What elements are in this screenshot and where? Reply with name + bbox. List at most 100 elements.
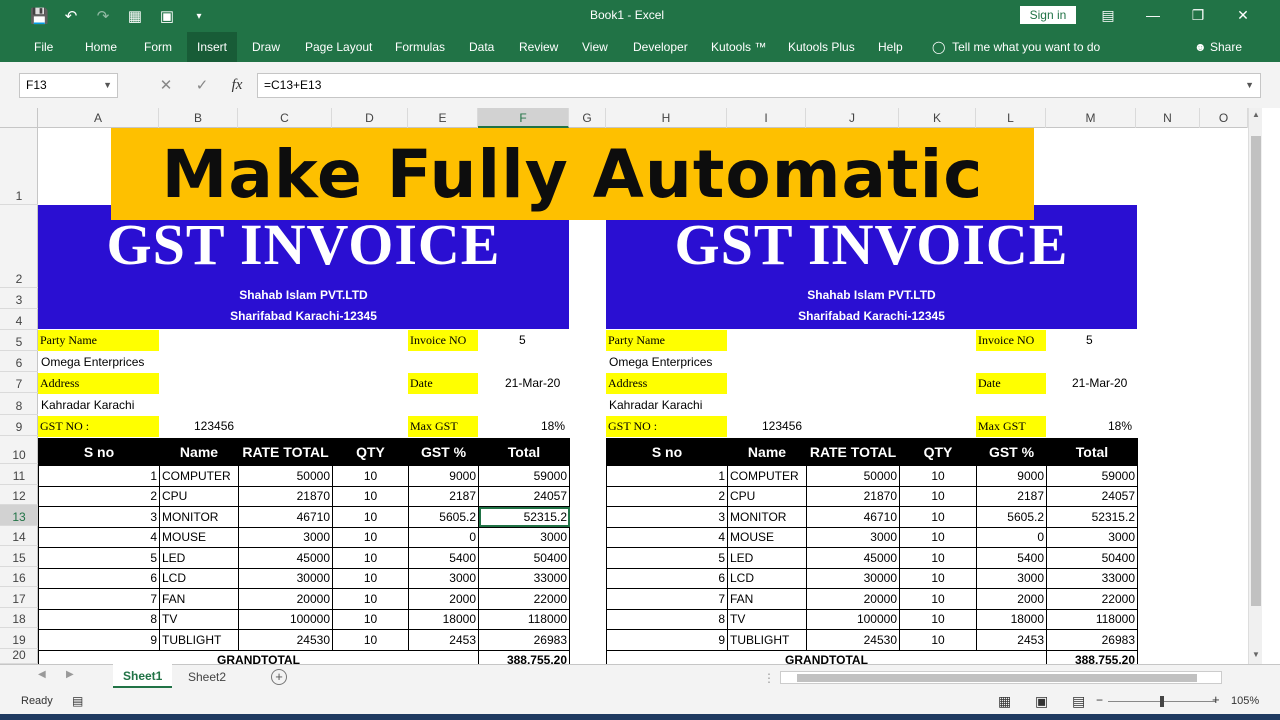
party-name-value[interactable]: Omega Enterprices: [609, 352, 712, 373]
cell-rate-total[interactable]: 21870: [238, 485, 333, 507]
enter-icon[interactable]: ✓: [185, 73, 219, 98]
save-icon[interactable]: 💾: [30, 7, 49, 25]
col-header-o[interactable]: O: [1200, 108, 1248, 128]
cell-name[interactable]: MONITOR: [159, 506, 239, 528]
cell-total[interactable]: 52315.2: [478, 506, 570, 528]
macro-record-icon[interactable]: ▤: [72, 694, 83, 708]
cell-total[interactable]: 22000: [1046, 588, 1138, 610]
cell-rate-total[interactable]: 45000: [238, 547, 333, 569]
row-header[interactable]: 3: [0, 288, 38, 309]
cell-qty[interactable]: 10: [332, 588, 409, 610]
cell-sno[interactable]: 7: [38, 588, 160, 610]
party-name-value[interactable]: Omega Enterprices: [41, 352, 144, 373]
row-header[interactable]: 12: [0, 485, 38, 505]
cell-total[interactable]: 50400: [1046, 547, 1138, 569]
horizontal-scrollbar[interactable]: [780, 671, 1222, 684]
row-header[interactable]: 14: [0, 526, 38, 546]
cell-qty[interactable]: 10: [332, 608, 409, 630]
next-sheet-icon[interactable]: ▶: [66, 669, 74, 680]
cell-name[interactable]: TV: [159, 608, 239, 630]
cell-name[interactable]: LCD: [159, 567, 239, 589]
address-value[interactable]: Kahradar Karachi: [41, 395, 134, 416]
cell-rate-total[interactable]: 3000: [238, 526, 333, 548]
tab-developer[interactable]: Developer: [623, 32, 698, 62]
select-all-corner[interactable]: [0, 108, 38, 128]
cell-gst[interactable]: 5400: [408, 547, 479, 569]
cell-rate-total[interactable]: 50000: [806, 465, 900, 487]
cell-gst[interactable]: 2187: [408, 485, 479, 507]
cell-sno[interactable]: 3: [38, 506, 160, 528]
row-header[interactable]: 7: [0, 372, 38, 393]
cell-sno[interactable]: 9: [606, 629, 728, 651]
cell-total[interactable]: 24057: [1046, 485, 1138, 507]
cell-total[interactable]: 26983: [1046, 629, 1138, 651]
worksheet[interactable]: A B C D E F G H I J K L M N O 1 2 3 4 5 …: [0, 108, 1280, 664]
zoom-in-icon[interactable]: +: [1212, 692, 1220, 707]
row-header[interactable]: 19: [0, 628, 38, 649]
invoice-no-value[interactable]: 5: [519, 330, 526, 351]
cell-sno[interactable]: 9: [38, 629, 160, 651]
cell-gst[interactable]: 5605.2: [976, 506, 1047, 528]
cell-qty[interactable]: 10: [332, 465, 409, 487]
grandtotal-value[interactable]: 388,755.20: [1046, 649, 1138, 664]
zoom-slider-thumb[interactable]: [1160, 696, 1164, 707]
cell-gst[interactable]: 18000: [976, 608, 1047, 630]
cell-total[interactable]: 33000: [478, 567, 570, 589]
vertical-scroll-thumb[interactable]: [1251, 136, 1261, 606]
row-header[interactable]: 11: [0, 464, 38, 485]
cell-gst[interactable]: 9000: [408, 465, 479, 487]
scroll-up-icon[interactable]: ▲: [1252, 110, 1260, 119]
cell-rate-total[interactable]: 20000: [238, 588, 333, 610]
cell-sno[interactable]: 6: [38, 567, 160, 589]
cell-rate-total[interactable]: 30000: [806, 567, 900, 589]
cell-name[interactable]: CPU: [727, 485, 807, 507]
cell-sno[interactable]: 2: [606, 485, 728, 507]
cell-name[interactable]: MOUSE: [159, 526, 239, 548]
horizontal-scroll-thumb[interactable]: [797, 674, 1197, 682]
page-break-view-icon[interactable]: ▤: [1072, 693, 1085, 710]
col-header-n[interactable]: N: [1136, 108, 1200, 128]
undo-icon[interactable]: ↶: [62, 7, 80, 25]
restore-icon[interactable]: ❐: [1188, 7, 1208, 24]
cell-gst[interactable]: 5400: [976, 547, 1047, 569]
print-preview-icon[interactable]: ▣: [158, 7, 176, 25]
cell-name[interactable]: LED: [727, 547, 807, 569]
tab-formulas[interactable]: Formulas: [385, 32, 455, 62]
cell-name[interactable]: FAN: [727, 588, 807, 610]
cell-total[interactable]: 50400: [478, 547, 570, 569]
grandtotal-label[interactable]: GRANDTOTAL: [606, 649, 1047, 664]
insert-function-icon[interactable]: fx: [220, 73, 254, 98]
row-header[interactable]: 6: [0, 351, 38, 372]
cell-gst[interactable]: 3000: [408, 567, 479, 589]
name-box[interactable]: F13 ▼: [19, 73, 118, 98]
cell-name[interactable]: COMPUTER: [159, 465, 239, 487]
scroll-down-icon[interactable]: ▼: [1252, 650, 1260, 659]
cell-qty[interactable]: 10: [332, 629, 409, 651]
invoice-no-value[interactable]: 5: [1086, 330, 1093, 351]
cell-name[interactable]: COMPUTER: [727, 465, 807, 487]
gst-no-value[interactable]: 123456: [194, 416, 234, 437]
redo-icon[interactable]: ↷: [94, 7, 112, 25]
cell-rate-total[interactable]: 45000: [806, 547, 900, 569]
cell-qty[interactable]: 10: [899, 485, 977, 507]
cell-name[interactable]: MOUSE: [727, 526, 807, 548]
cell-rate-total[interactable]: 30000: [238, 567, 333, 589]
minimize-icon[interactable]: —: [1143, 7, 1163, 23]
chevron-down-icon[interactable]: ▼: [103, 74, 112, 97]
row-header[interactable]: 2: [0, 205, 38, 288]
cell-name[interactable]: TUBLIGHT: [159, 629, 239, 651]
date-value[interactable]: 21-Mar-20: [505, 373, 560, 394]
cell-rate-total[interactable]: 20000: [806, 588, 900, 610]
col-header-g[interactable]: G: [569, 108, 606, 128]
row-header[interactable]: 13: [0, 505, 38, 526]
cell-rate-total[interactable]: 100000: [806, 608, 900, 630]
address-value[interactable]: Kahradar Karachi: [609, 395, 702, 416]
prev-sheet-icon[interactable]: ◀: [38, 669, 46, 680]
gst-no-value[interactable]: 123456: [762, 416, 802, 437]
share-button[interactable]: ☻ Share: [1184, 32, 1252, 62]
row-header[interactable]: 16: [0, 567, 38, 587]
sign-in-button[interactable]: Sign in: [1020, 6, 1076, 24]
tell-me-search[interactable]: ◯ Tell me what you want to do: [922, 32, 1110, 62]
cell-qty[interactable]: 10: [899, 588, 977, 610]
tab-insert[interactable]: Insert: [187, 32, 238, 62]
